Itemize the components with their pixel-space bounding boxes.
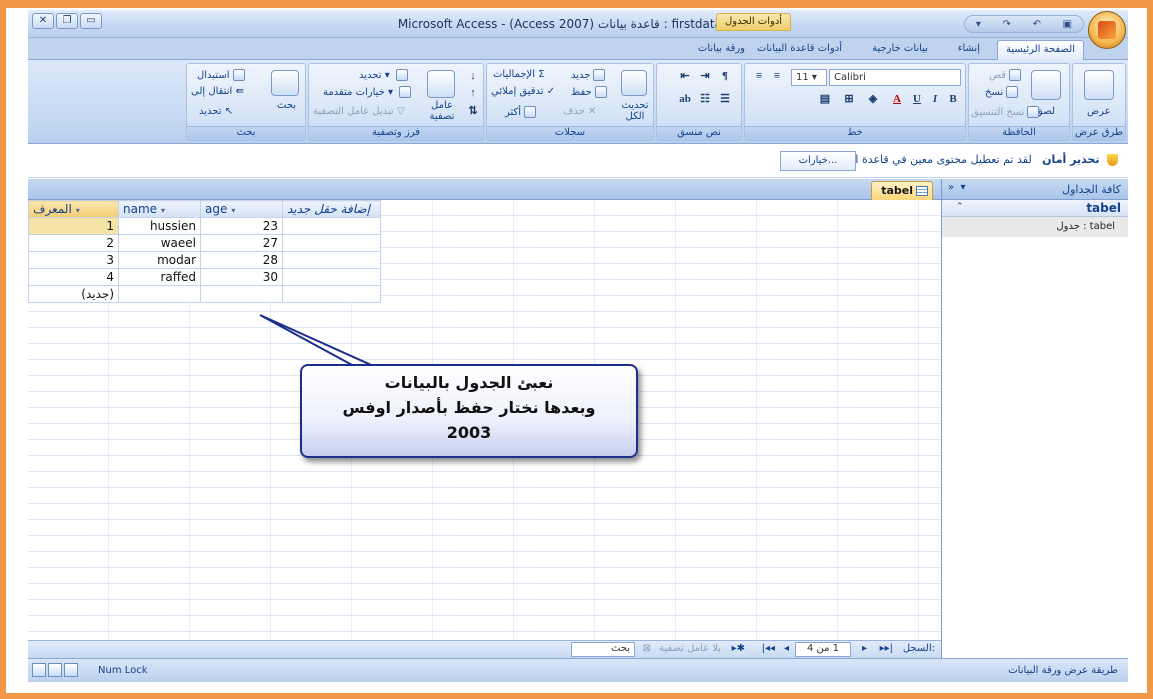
view-button[interactable]: عرض — [1087, 106, 1111, 117]
access-window: ✕ ❐ ▭ Microsoft Access - (Access 2007) ق… — [28, 10, 1128, 682]
view-icon[interactable] — [1084, 70, 1114, 100]
callout-line-3: 2003 — [446, 423, 492, 442]
pivot-chart-view-icon[interactable] — [64, 663, 78, 677]
shield-icon — [1107, 154, 1118, 166]
group-label-clipboard: الحافظة — [969, 126, 1069, 140]
callout-line-2: وبعدها نختار حفظ بأصدار اوفس — [342, 398, 596, 417]
pivot-table-view-icon[interactable] — [48, 663, 62, 677]
tab-create[interactable]: إنشاء — [950, 42, 988, 55]
nav-item-tabel[interactable]: tabel : جدول — [942, 217, 1128, 237]
record-navigation-bar: السجل: ▸▸| ▸ 1 من 4 ◂ |◂◂ ▸✱ بلا عامل تص… — [28, 640, 941, 658]
group-label-views: طرق عرض — [1073, 126, 1125, 140]
nav-pane-title: كافة الجداول — [1062, 183, 1121, 196]
datasheet-view-icon[interactable] — [32, 663, 46, 677]
save-icon[interactable]: ▣ — [1063, 19, 1072, 30]
nav-group-header[interactable]: tabel ⌃ — [942, 200, 1128, 217]
copy-icon — [1006, 86, 1019, 98]
last-record-icon[interactable]: ▸▸| — [880, 643, 893, 654]
group-clipboard: لصق قص نسخ نسخ التنسيق الحافظة — [968, 63, 1070, 141]
tab-home[interactable]: الصفحة الرئيسية — [997, 40, 1084, 61]
bold-button[interactable]: B — [945, 92, 961, 108]
format-painter-button[interactable]: نسخ التنسيق — [971, 106, 1040, 118]
callout-box: نعبئ الجدول بالبيانات وبعدها نختار حفظ ب… — [300, 364, 638, 458]
paste-icon[interactable] — [1031, 70, 1061, 100]
brush-icon — [1027, 106, 1040, 118]
cut-button[interactable]: قص — [989, 69, 1022, 81]
nav-group-title: tabel — [1086, 201, 1121, 215]
undo-icon[interactable]: ↶ — [1033, 19, 1041, 30]
quick-access-toolbar: ▾ ↷ ↶ ▣ — [964, 15, 1084, 33]
status-bar: Num Lock طريقة عرض ورقة البيانات — [28, 658, 1128, 682]
callout-line-1: نعبئ الجدول بالبيانات — [384, 373, 554, 392]
scissors-icon — [1009, 69, 1022, 81]
office-logo-icon — [1098, 21, 1116, 39]
redo-icon[interactable]: ↷ — [1003, 19, 1011, 30]
qat-dropdown-icon[interactable]: ▾ — [976, 19, 981, 30]
search-box[interactable]: بحث — [571, 642, 635, 657]
group-views: عرض طرق عرض — [1072, 63, 1126, 141]
filter-small-icon: ⊠ — [642, 643, 651, 654]
no-filter-indicator[interactable]: بلا عامل تصفية — [659, 643, 721, 654]
next-record-icon[interactable]: ▸ — [862, 643, 867, 654]
prev-record-icon[interactable]: ◂ — [784, 643, 789, 654]
view-mode-label: طريقة عرض ورقة البيانات — [1008, 665, 1118, 676]
record-position-box[interactable]: 1 من 4 — [795, 642, 851, 657]
record-label: السجل: — [902, 643, 935, 654]
first-record-icon[interactable]: |◂◂ — [762, 643, 775, 654]
view-switcher — [32, 663, 78, 677]
num-lock-indicator: Num Lock — [98, 665, 148, 676]
nav-pane-collapse-icon[interactable]: » ▾ — [948, 182, 966, 193]
navigation-pane: كافة الجداول » ▾ tabel ⌃ tabel : جدول — [941, 179, 1128, 658]
nav-pane-header[interactable]: كافة الجداول » ▾ — [942, 179, 1128, 200]
nav-item-label: tabel : جدول — [1056, 221, 1115, 232]
new-record-nav-icon[interactable]: ▸✱ — [732, 643, 745, 654]
callout-pointer — [259, 314, 401, 379]
office-button[interactable] — [1088, 11, 1126, 49]
chevron-up-icon[interactable]: ⌃ — [956, 202, 964, 212]
security-title: تحذير أمان — [1042, 153, 1100, 166]
copy-button[interactable]: نسخ — [985, 86, 1019, 98]
